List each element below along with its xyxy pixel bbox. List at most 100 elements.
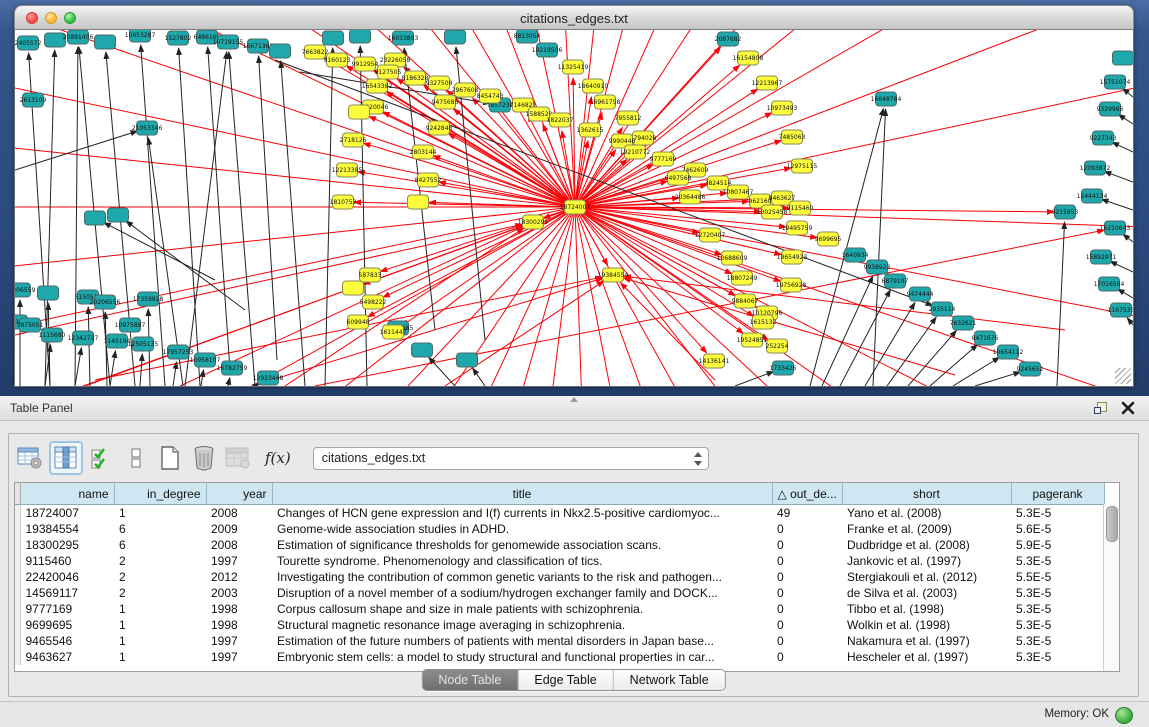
tab-edge-table[interactable]: Edge Table [518,670,613,690]
column-header-out_de[interactable]: △ out_de... [772,483,842,505]
table-row[interactable]: 1456911722003Disruption of a novel membe… [15,585,1104,601]
select-visible-columns-icon[interactable] [87,443,117,473]
table-cell[interactable]: 9115460 [20,553,114,569]
table-cell[interactable]: 5.3E-5 [1011,505,1104,522]
table-cell[interactable]: Hescheler et al. (1997) [842,649,1011,665]
create-table-icon[interactable] [155,443,185,473]
node-table[interactable]: namein_degreeyeartitle△ out_de...shortpa… [14,482,1120,672]
table-cell[interactable]: 14569117 [20,585,114,601]
table-cell[interactable]: 6 [114,521,206,537]
table-cell[interactable]: 0 [772,649,842,665]
table-cell[interactable]: Changes of HCN gene expression and I(f) … [272,505,772,522]
table-cell[interactable]: 0 [772,553,842,569]
table-cell[interactable]: 6 [114,537,206,553]
scrollbar-thumb[interactable] [1106,506,1118,542]
graph-node[interactable] [85,211,106,225]
table-cell[interactable]: 5.9E-5 [1011,537,1104,553]
column-header-in_degree[interactable]: in_degree [114,483,206,505]
table-cell[interactable]: 0 [772,633,842,649]
column-header-year[interactable]: year [206,483,272,505]
table-cell[interactable]: Embryonic stem cells: a model to study s… [272,649,772,665]
table-cell[interactable]: 2012 [206,569,272,585]
tab-network-table[interactable]: Network Table [614,670,725,690]
node-table-grid[interactable]: namein_degreeyeartitle△ out_de...shortpa… [15,483,1105,665]
graph-node[interactable] [108,208,129,222]
table-cell[interactable]: 5.3E-5 [1011,649,1104,665]
table-cell[interactable]: 9463627 [20,649,114,665]
table-cell[interactable]: 5.3E-5 [1011,601,1104,617]
graph-node[interactable] [412,343,433,357]
network-window-titlebar[interactable]: citations_edges.txt [14,5,1134,30]
table-cell[interactable]: 0 [772,617,842,633]
table-cell[interactable]: 18300295 [20,537,114,553]
table-cell[interactable]: 1997 [206,633,272,649]
table-cell[interactable]: Yano et al. (2008) [842,505,1011,522]
table-row[interactable]: 1872400712008Changes of HCN gene express… [15,505,1104,522]
column-header-pagerank[interactable]: pagerank [1011,483,1104,505]
table-cell[interactable]: 5.3E-5 [1011,585,1104,601]
table-cell[interactable]: 2009 [206,521,272,537]
table-cell[interactable]: 5.3E-5 [1011,553,1104,569]
table-cell[interactable]: 5.6E-5 [1011,521,1104,537]
table-cell[interactable]: 2003 [206,585,272,601]
table-cell[interactable]: 2 [114,553,206,569]
table-header-row[interactable]: namein_degreeyeartitle△ out_de...shortpa… [15,483,1104,505]
table-cell[interactable]: 0 [772,585,842,601]
table-cell[interactable]: 1998 [206,601,272,617]
table-cell[interactable]: Tourette syndrome. Phenomenology and cla… [272,553,772,569]
table-cell[interactable]: Stergiakouli et al. (2012) [842,569,1011,585]
graph-node[interactable] [1113,51,1134,65]
table-row[interactable]: 1938455462009Genome-wide association stu… [15,521,1104,537]
table-cell[interactable]: 2008 [206,537,272,553]
table-cell[interactable]: 2008 [206,505,272,522]
table-row[interactable]: 946362711997Embryonic stem cells: a mode… [15,649,1104,665]
table-cell[interactable]: Tibbo et al. (1998) [842,601,1011,617]
table-cell[interactable]: 5.5E-5 [1011,569,1104,585]
panel-splitter-grip-icon[interactable] [570,397,578,402]
table-cell[interactable]: 0 [772,569,842,585]
table-cell[interactable]: Investigating the contribution of common… [272,569,772,585]
table-cell[interactable]: 5.3E-5 [1011,617,1104,633]
window-resize-grip-icon[interactable] [1115,368,1131,384]
graph-node[interactable] [445,30,466,44]
column-header-name[interactable]: name [20,483,114,505]
table-cell[interactable]: 1 [114,649,206,665]
table-cell[interactable]: Genome-wide association studies in ADHD. [272,521,772,537]
close-panel-icon[interactable] [1121,401,1135,415]
table-cell[interactable]: Estimation of the future numbers of pati… [272,633,772,649]
table-cell[interactable]: 1997 [206,649,272,665]
table-cell[interactable]: 18724007 [20,505,114,522]
table-options-icon[interactable] [15,443,45,473]
table-cell[interactable]: 1998 [206,617,272,633]
table-cell[interactable]: 1 [114,633,206,649]
table-cell[interactable]: Franke et al. (2009) [842,521,1011,537]
graph-node[interactable] [349,105,370,119]
table-cell[interactable]: 2 [114,585,206,601]
table-row[interactable]: 1830029562008Estimation of significance … [15,537,1104,553]
table-cell[interactable]: 1 [114,617,206,633]
graph-node[interactable] [270,44,291,58]
graph-node[interactable] [350,30,371,43]
row-options-icon[interactable] [121,443,151,473]
table-cell[interactable]: 5.3E-5 [1011,633,1104,649]
table-cell[interactable]: 2 [114,569,206,585]
table-row[interactable]: 946554611997Estimation of the future num… [15,633,1104,649]
table-row[interactable]: 969969511998Structural magnetic resonanc… [15,617,1104,633]
graph-node[interactable] [457,353,478,367]
table-cell[interactable]: 0 [772,521,842,537]
table-cell[interactable]: 22420046 [20,569,114,585]
table-cell[interactable]: 0 [772,601,842,617]
table-cell[interactable]: 9465546 [20,633,114,649]
table-cell[interactable]: 9699695 [20,617,114,633]
graph-node[interactable] [343,281,364,295]
table-cell[interactable]: 9777169 [20,601,114,617]
table-cell[interactable]: Nakamura et al. (1997) [842,633,1011,649]
column-header-title[interactable]: title [272,483,772,505]
table-row[interactable]: 911546021997Tourette syndrome. Phenomeno… [15,553,1104,569]
table-cell[interactable]: Corpus callosum shape and size in male p… [272,601,772,617]
table-cell[interactable]: 0 [772,537,842,553]
float-panel-icon[interactable] [1094,402,1107,415]
table-row[interactable]: 977716911998Corpus callosum shape and si… [15,601,1104,617]
toggle-column-icon[interactable] [49,441,83,475]
table-panel-titlebar[interactable]: Table Panel [0,396,1149,421]
